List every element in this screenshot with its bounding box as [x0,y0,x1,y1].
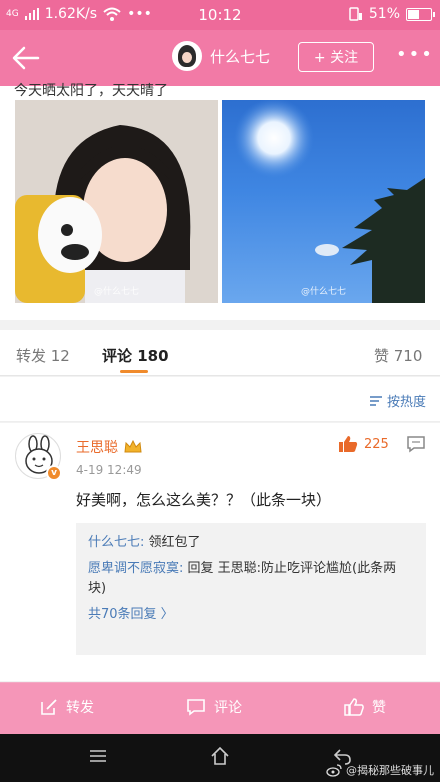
reply-thread[interactable]: 什么七七: 领红包了 愿卑调不愿寂寞: 回复 王思聪:防止吃评论尴尬(此条两块)… [76,523,426,655]
menu-icon[interactable] [88,746,108,766]
sort-label: 按热度 [386,395,426,410]
tab-likes[interactable]: 赞 710 [374,345,422,366]
nav-username: 什么七七 [210,47,271,66]
nav-bar: 什么七七 + 关注 ••• [0,30,440,86]
post-text: 今天晒太阳了，天天晴了 [14,83,168,99]
edit-icon [41,699,57,715]
more-replies-link[interactable]: 共70条回复 〉 [88,605,414,625]
post-content: 今天晒太阳了，天天晴了 @什么七七 @什么七七 [0,83,440,320]
tab-comments[interactable]: 评论 180 [102,345,169,366]
sort-bar: 按热度 [0,377,440,422]
phone-signal-icon [349,7,362,21]
reply-author[interactable]: 愿卑调不愿寂寞: [88,561,183,576]
like-button[interactable]: 赞 [344,697,386,717]
girl-photo-image [15,100,218,303]
home-icon[interactable] [210,746,230,766]
comment-label: 评论 [214,700,242,716]
comment-item: v 王思聪 4-19 12:49 225 好美啊，怎么这么美？？（此条一块） 什… [0,423,440,681]
system-nav-bar: @揭秘那些破事儿 [0,734,440,782]
weibo-logo-icon [326,764,342,777]
comment-icon [187,699,205,716]
verified-badge-icon: v [46,465,62,481]
reply-author[interactable]: 什么七七: [88,535,144,550]
interaction-tabs: 转发 12 评论 180 赞 710 [0,330,440,376]
comment-author-name: 王思聪 [76,440,118,456]
like-icon [344,698,364,716]
post-photo-2[interactable]: @什么七七 [222,100,425,303]
status-bar: 4G 1.62K/s ••• 10:12 51% [0,0,440,30]
reply-item: 愿卑调不愿寂寞: 回复 王思聪:防止吃评论尴尬(此条两块) [88,559,414,599]
post-photo-1[interactable]: @什么七七 [15,100,218,303]
follow-button[interactable]: + 关注 [298,42,374,72]
battery-icon [406,7,435,21]
reply-item: 什么七七: 领红包了 [88,533,414,553]
repost-button[interactable]: 转发 [40,697,94,717]
tab-repost[interactable]: 转发 12 [16,345,70,366]
sort-icon [369,395,382,406]
bottom-toolbar: 转发 评论 赞 [0,682,440,734]
reply-icon[interactable] [406,435,426,453]
avatar[interactable] [172,41,202,71]
thumbs-up-icon [339,436,358,452]
sky-photo-image [234,100,425,303]
sort-button[interactable]: 按热度 [369,391,426,410]
battery-percent: 51% [368,6,400,22]
comment-like-button[interactable]: 225 [338,435,389,453]
more-options-button[interactable]: ••• [396,44,434,65]
nav-user[interactable]: 什么七七 [172,41,270,71]
comment-like-count: 225 [364,436,389,452]
comment-author[interactable]: 王思聪 [76,437,142,457]
like-label: 赞 [372,700,386,716]
vip-crown-icon [124,440,142,453]
active-tab-indicator [120,370,148,373]
repost-label: 转发 [66,700,94,716]
weibo-watermark: @揭秘那些破事儿 [326,762,434,778]
photo-watermark: @什么七七 [93,287,139,297]
photo-watermark: @什么七七 [300,287,346,297]
comment-time: 4-19 12:49 [76,463,142,477]
comment-text: 好美啊，怎么这么美？？（此条一块） [76,491,332,509]
back-arrow-icon[interactable] [10,42,42,74]
comment-button[interactable]: 评论 [186,697,242,717]
watermark-text: @揭秘那些破事儿 [346,764,434,777]
reply-text: 领红包了 [144,535,201,550]
